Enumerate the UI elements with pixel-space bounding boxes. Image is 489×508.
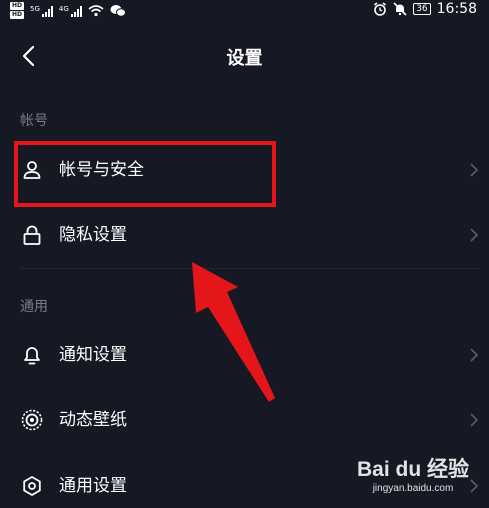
- wifi-icon: [88, 5, 104, 17]
- chevron-right-icon: [470, 163, 479, 177]
- row-label-privacy-settings: 隐私设置: [59, 225, 127, 245]
- nav-bar: 设置: [0, 36, 489, 76]
- live-wallpaper-icon: [21, 409, 43, 431]
- bell-icon: [24, 347, 40, 365]
- row-privacy-settings[interactable]: 隐私设置: [0, 209, 489, 261]
- hd-badge-1: HD: [10, 2, 25, 10]
- section-divider: [20, 268, 480, 269]
- page-title: 设置: [226, 48, 263, 69]
- status-bar-right: 36 16:58: [373, 0, 477, 18]
- row-label-notification-settings: 通知设置: [59, 345, 127, 365]
- mute-bell-icon: [393, 2, 407, 16]
- lock-icon: [23, 225, 41, 245]
- signal-2-label: 4G: [58, 4, 69, 13]
- gear-icon: [23, 476, 41, 496]
- status-bar-left: HD HD 5G 4G: [10, 2, 126, 19]
- chevron-right-icon: [470, 348, 479, 362]
- watermark-logo: Bai du 经验: [356, 458, 469, 481]
- hd-badge-2: HD: [10, 11, 25, 19]
- chevron-right-icon: [470, 479, 479, 493]
- chevron-right-icon: [470, 228, 479, 242]
- status-time: 16:58: [436, 1, 477, 17]
- highlight-box: [14, 141, 276, 207]
- row-label-live-wallpaper: 动态壁纸: [59, 410, 127, 430]
- wechat-icon: [110, 5, 126, 17]
- section-title-general: 通用: [20, 299, 48, 315]
- battery-indicator: 36: [413, 3, 431, 15]
- chevron-right-icon: [470, 413, 479, 427]
- section-title-account: 帐号: [20, 113, 48, 129]
- signal-1-label: 5G: [30, 4, 40, 13]
- signal-icon-1: 5G: [30, 5, 53, 17]
- baidu-jingyan-watermark: Bai du 经验 jingyan.baidu.com: [357, 458, 469, 496]
- row-live-wallpaper[interactable]: 动态壁纸: [0, 394, 489, 446]
- signal-icon-2: 4G: [59, 5, 82, 17]
- hd-indicators: HD HD: [10, 2, 25, 19]
- alarm-icon: [374, 2, 387, 16]
- watermark-url: jingyan.baidu.com: [372, 483, 454, 494]
- row-label-general-settings: 通用设置: [59, 476, 127, 496]
- status-bar: HD HD 5G 4G 36 16:58: [0, 0, 489, 22]
- row-notification-settings[interactable]: 通知设置: [0, 329, 489, 381]
